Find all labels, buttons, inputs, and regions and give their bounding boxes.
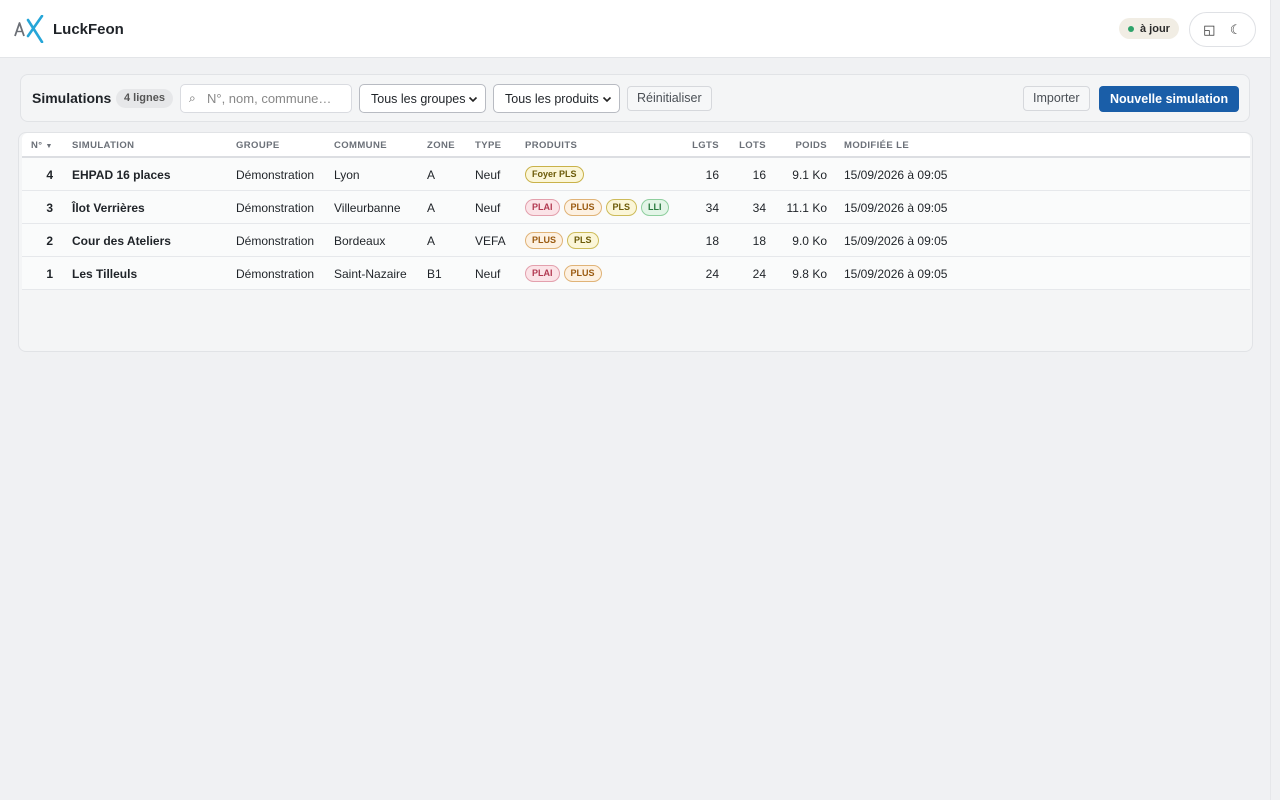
- table-row[interactable]: 3 Îlot Verrières Démonstration Villeurbanne…: [22, 191, 1250, 224]
- cell-zone: B1: [427, 267, 442, 281]
- product-tags: PLUS PLS: [525, 232, 599, 249]
- product-tags: PLAI PLUS: [525, 265, 602, 282]
- cell-lgts: 16: [705, 168, 719, 182]
- cell-commune: Bordeaux: [334, 234, 386, 248]
- table-row[interactable]: 4 EHPAD 16 places Démonstration Lyon A Neuf 16…: [22, 158, 1250, 191]
- product-filter-value: Tous les produits: [505, 91, 599, 106]
- product-tag: PLS: [605, 199, 638, 216]
- cell-zone: A: [427, 168, 436, 182]
- cell-group: Démonstration: [236, 201, 315, 215]
- group-filter-select[interactable]: Tous les groupes: [359, 84, 486, 113]
- cell-lots: 34: [752, 201, 766, 215]
- brand[interactable]: LuckFeon: [14, 15, 124, 43]
- column-header-simulation[interactable]: SIMULATION: [72, 140, 134, 151]
- simulations-table-card: N° ▼ SIMULATION GROUPE COMMUNE ZONE TYPE …: [18, 132, 1253, 352]
- cell-lgts: 24: [705, 267, 719, 281]
- table-header: N° ▼ SIMULATION GROUPE COMMUNE ZONE TYPE …: [22, 133, 1250, 158]
- cell-type: VEFA: [475, 234, 506, 248]
- column-header-type[interactable]: TYPE: [475, 140, 501, 151]
- search-icon: ⌕: [189, 91, 196, 105]
- cell-group: Démonstration: [236, 267, 315, 281]
- search-input[interactable]: [207, 91, 347, 106]
- cell-num: 2: [46, 234, 53, 248]
- import-button[interactable]: Importer: [1023, 86, 1090, 111]
- product-tag: LLI: [641, 199, 669, 216]
- table-row[interactable]: 1 Les Tilleuls Démonstration Saint-Nazaire B…: [22, 257, 1250, 290]
- simulations-table: N° ▼ SIMULATION GROUPE COMMUNE ZONE TYPE …: [22, 133, 1250, 290]
- cell-lgts: 34: [705, 201, 719, 215]
- column-header-modified[interactable]: MODIFIÉE LE: [844, 140, 909, 151]
- cell-commune: Saint-Nazaire: [334, 267, 407, 281]
- chevron-down-icon: [468, 96, 478, 103]
- cell-simulation-name: EHPAD 16 places: [72, 168, 171, 182]
- product-tag: PLUS: [525, 232, 564, 249]
- logo-icon: [14, 15, 44, 43]
- cell-lots: 18: [752, 234, 766, 248]
- cell-poids: 9.8 Ko: [792, 267, 827, 281]
- cell-poids: 9.1 Ko: [792, 168, 827, 182]
- toolbar: Simulations 4 lignes ⌕ Tous les groupes …: [20, 74, 1250, 122]
- page-title: Simulations: [32, 90, 112, 106]
- product-filter-select[interactable]: Tous les produits: [493, 84, 620, 113]
- column-header-lots[interactable]: LOTS: [739, 140, 766, 151]
- cell-modified: 15/09/2026 à 09:05: [844, 201, 948, 215]
- cell-num: 3: [46, 201, 53, 215]
- cell-lgts: 18: [705, 234, 719, 248]
- status-dot-icon: [1128, 25, 1134, 32]
- search-box: ⌕: [180, 84, 352, 113]
- product-tag: PLS: [567, 232, 599, 249]
- product-tags: PLAI PLUS PLS LLI: [525, 199, 669, 216]
- reset-button[interactable]: Réinitialiser: [627, 86, 712, 111]
- cell-simulation-name: Cour des Ateliers: [72, 234, 171, 248]
- header-icon-group: ◱ ☾: [1189, 12, 1256, 47]
- cell-commune: Villeurbanne: [334, 201, 401, 215]
- product-tag: PLAI: [525, 199, 560, 216]
- new-simulation-button[interactable]: Nouvelle simulation: [1099, 86, 1240, 112]
- column-header-num[interactable]: N° ▼: [31, 140, 53, 151]
- group-filter-value: Tous les groupes: [371, 91, 466, 106]
- cell-type: Neuf: [475, 168, 501, 182]
- app-name: LuckFeon: [53, 20, 124, 38]
- cell-group: Démonstration: [236, 168, 315, 182]
- status-label: à jour: [1140, 22, 1170, 35]
- column-header-commune[interactable]: COMMUNE: [334, 140, 387, 151]
- column-header-products[interactable]: PRODUITS: [525, 140, 577, 151]
- column-header-poids[interactable]: POIDS: [795, 140, 827, 151]
- cell-modified: 15/09/2026 à 09:05: [844, 267, 948, 281]
- sync-status-badge: à jour: [1119, 18, 1179, 39]
- product-tag: PLUS: [563, 265, 602, 282]
- product-tags: Foyer PLS: [525, 166, 584, 183]
- cell-lots: 24: [752, 267, 766, 281]
- cell-simulation-name: Les Tilleuls: [72, 267, 138, 281]
- column-header-zone[interactable]: ZONE: [427, 140, 455, 151]
- cell-group: Démonstration: [236, 234, 315, 248]
- cell-modified: 15/09/2026 à 09:05: [844, 168, 948, 182]
- cell-lots: 16: [752, 168, 766, 182]
- layout-icon[interactable]: ◱: [1197, 18, 1221, 42]
- cell-commune: Lyon: [334, 168, 360, 182]
- cell-type: Neuf: [475, 267, 501, 281]
- product-tag: PLAI: [525, 265, 560, 282]
- cell-modified: 15/09/2026 à 09:05: [844, 234, 948, 248]
- top-bar: LuckFeon à jour ◱ ☾: [0, 0, 1270, 58]
- cell-zone: A: [427, 201, 436, 215]
- cell-poids: 9.0 Ko: [792, 234, 827, 248]
- table-row[interactable]: 2 Cour des Ateliers Démonstration Bordeaux A…: [22, 224, 1250, 257]
- row-count-badge: 4 lignes: [116, 89, 173, 108]
- sort-desc-icon: ▼: [45, 143, 53, 150]
- cell-poids: 11.1 Ko: [786, 201, 827, 215]
- cell-zone: A: [427, 234, 436, 248]
- chevron-down-icon: [602, 96, 612, 103]
- cell-num: 1: [46, 267, 53, 281]
- cell-num: 4: [46, 168, 53, 182]
- column-header-group[interactable]: GROUPE: [236, 140, 280, 151]
- product-tag: PLUS: [563, 199, 602, 216]
- scrollbar-gutter: [1270, 0, 1280, 800]
- cell-simulation-name: Îlot Verrières: [72, 201, 145, 215]
- moon-icon[interactable]: ☾: [1224, 18, 1248, 42]
- column-header-lgts[interactable]: LGTS: [692, 140, 719, 151]
- cell-type: Neuf: [475, 201, 501, 215]
- table-body: 4 EHPAD 16 places Démonstration Lyon A Neuf 16…: [22, 158, 1250, 290]
- product-tag: Foyer PLS: [525, 166, 584, 183]
